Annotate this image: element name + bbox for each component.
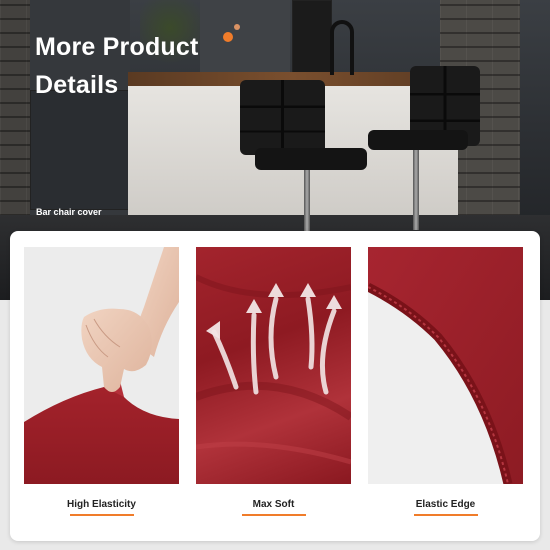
feature-card: High Elasticity Max Soft Elastic Edge bbox=[10, 231, 540, 541]
max-soft-image bbox=[196, 247, 351, 484]
high-elasticity-image bbox=[24, 247, 179, 484]
bar-stool-seat bbox=[368, 130, 468, 150]
hero-subtitle: Bar chair cover bbox=[36, 207, 102, 217]
elastic-edge-illustration bbox=[368, 247, 523, 484]
feature-underline bbox=[242, 514, 306, 516]
kitchen-cabinet-upper bbox=[200, 0, 290, 75]
feature-label-max-soft: Max Soft bbox=[252, 499, 295, 510]
bar-stool-back bbox=[240, 80, 325, 155]
faucet bbox=[330, 20, 354, 75]
hero-title-line2: Details bbox=[35, 71, 119, 99]
accent-dot bbox=[234, 24, 240, 30]
hero-title-line1: More Product bbox=[35, 33, 199, 61]
chalkboard bbox=[292, 0, 332, 75]
hand-stretching-fabric-illustration bbox=[24, 247, 179, 484]
elastic-edge-image bbox=[368, 247, 523, 484]
feature-label-high-elasticity: High Elasticity bbox=[67, 499, 136, 510]
kitchen-cabinet bbox=[30, 90, 130, 210]
accent-dots-icon bbox=[223, 24, 245, 44]
feature-underline bbox=[414, 514, 478, 516]
bar-stool-pole bbox=[413, 150, 419, 230]
soft-fabric-illustration bbox=[196, 274, 351, 465]
feature-underline bbox=[70, 514, 134, 516]
feature-label-elastic-edge: Elastic Edge bbox=[415, 499, 476, 510]
bar-stool-seat bbox=[255, 148, 367, 170]
softness-arrows-icon bbox=[211, 296, 337, 395]
hero-title: More Product Details bbox=[35, 28, 199, 104]
accent-dot bbox=[223, 32, 233, 42]
